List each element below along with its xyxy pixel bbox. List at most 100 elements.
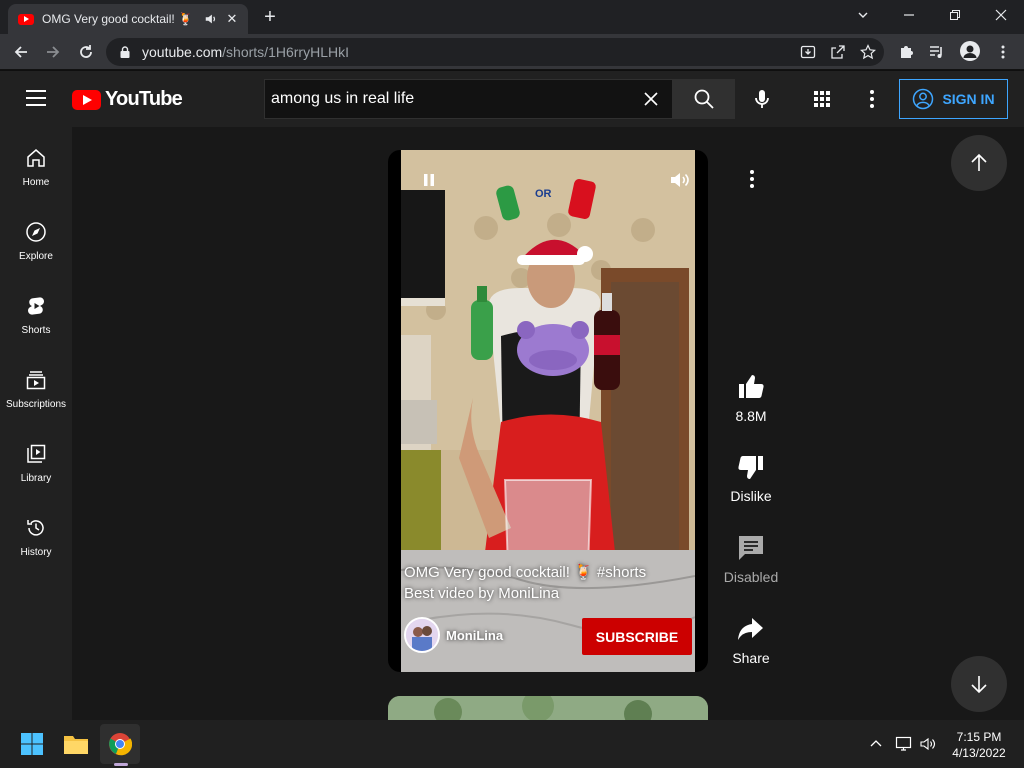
back-button[interactable] — [8, 39, 34, 65]
search-input[interactable] — [271, 90, 631, 108]
next-short-preview[interactable] — [388, 696, 708, 720]
guide-item-subscriptions[interactable]: Subscriptions — [0, 349, 72, 423]
show-hidden-icons-button[interactable] — [866, 734, 886, 754]
microphone-icon — [755, 90, 769, 108]
search-box[interactable] — [264, 79, 672, 119]
chevron-down-icon — [858, 12, 868, 18]
guide-item-history[interactable]: History — [0, 497, 72, 571]
address-bar-actions — [800, 44, 876, 60]
address-bar[interactable]: youtube.com/shorts/1H6rryHLHkI — [106, 38, 884, 66]
windows-taskbar: 7:15 PM 4/13/2022 — [0, 720, 1024, 768]
search-button[interactable] — [672, 79, 735, 119]
chrome-taskbar-button[interactable] — [100, 724, 140, 764]
youtube-logo-text: YouTube — [105, 88, 183, 110]
library-icon — [27, 444, 46, 463]
guide-item-shorts[interactable]: Shorts — [0, 275, 72, 349]
file-explorer-button[interactable] — [56, 724, 96, 764]
dislike-button[interactable]: Dislike — [716, 452, 786, 504]
lock-icon[interactable] — [118, 45, 132, 59]
channel-name[interactable]: MoniLina — [446, 628, 503, 643]
speaker-icon — [920, 737, 936, 751]
comments-button: Disabled — [716, 533, 786, 585]
like-button[interactable]: 8.8M — [716, 372, 786, 424]
subscribe-button[interactable]: SUBSCRIBE — [582, 618, 692, 655]
share-page-icon[interactable] — [830, 44, 846, 60]
bookmark-star-icon[interactable] — [860, 44, 876, 60]
previous-short-button[interactable] — [951, 135, 1007, 191]
url-text: youtube.com/shorts/1H6rryHLHkI — [142, 44, 349, 60]
forward-button[interactable] — [40, 39, 66, 65]
dislike-label: Dislike — [730, 488, 772, 504]
guide-label-home: Home — [22, 177, 50, 188]
network-button[interactable] — [894, 734, 914, 754]
search-icon — [694, 89, 714, 109]
sign-in-button[interactable]: SIGN IN — [899, 79, 1008, 119]
profile-avatar[interactable] — [960, 41, 980, 61]
share-label: Share — [732, 650, 770, 666]
pause-icon[interactable] — [420, 171, 438, 189]
restore-icon — [950, 10, 960, 20]
comments-disabled-label: Disabled — [723, 569, 779, 585]
media-queue-icon — [930, 46, 942, 58]
channel-avatar-image — [406, 619, 438, 651]
chevron-up-icon — [870, 740, 882, 747]
youtube-logo[interactable]: YouTube — [72, 88, 183, 111]
clear-search-icon[interactable] — [642, 90, 660, 108]
minimize-button[interactable] — [886, 0, 932, 30]
start-button[interactable] — [12, 724, 52, 764]
youtube-play-logo-icon — [72, 89, 101, 110]
youtube-masthead: YouTube SIGN IN — [0, 71, 1024, 127]
restore-button[interactable] — [932, 0, 978, 30]
chrome-icon — [109, 733, 132, 756]
like-count: 8.8M — [735, 408, 767, 424]
home-icon — [27, 149, 45, 167]
overlay-or-text: OR — [535, 188, 552, 200]
guide-menu-button[interactable] — [26, 90, 46, 106]
reload-button[interactable] — [73, 39, 99, 65]
person-icon — [963, 45, 977, 58]
arrow-down-icon — [971, 676, 987, 694]
browser-menu-button[interactable] — [994, 43, 1012, 61]
shorts-title[interactable]: OMG Very good cocktail! 🍹 #shorts Best v… — [404, 562, 694, 604]
share-button[interactable]: Share — [716, 614, 786, 666]
windows-logo-icon — [21, 733, 43, 755]
browser-tab[interactable]: OMG Very good cocktail! 🍹 ✕ — [8, 4, 248, 34]
more-actions-icon[interactable] — [742, 168, 762, 190]
volume-icon[interactable] — [668, 169, 690, 191]
extensions-button[interactable] — [897, 43, 915, 61]
thumbs-up-icon — [739, 375, 764, 398]
guide-label-shorts: Shorts — [21, 325, 51, 336]
share-icon — [738, 618, 763, 640]
install-app-icon[interactable] — [800, 44, 816, 60]
account-circle-icon — [913, 88, 934, 110]
arrow-right-icon — [47, 46, 60, 58]
tab-search-button[interactable] — [840, 0, 886, 30]
volume-tray-button[interactable] — [918, 734, 938, 754]
channel-avatar[interactable] — [404, 617, 440, 653]
arrow-up-icon — [971, 153, 987, 171]
tab-close-icon[interactable]: ✕ — [224, 11, 240, 27]
close-window-button[interactable] — [978, 0, 1024, 30]
youtube-favicon-icon — [18, 13, 34, 25]
apps-grid-icon[interactable] — [810, 87, 834, 111]
next-short-button[interactable] — [951, 656, 1007, 712]
guide-item-library[interactable]: Library — [0, 423, 72, 497]
shorts-title-line-2: Best video by MoniLina — [404, 585, 560, 602]
guide-item-home[interactable]: Home — [0, 127, 72, 201]
tab-audio-icon[interactable] — [204, 12, 218, 26]
browser-toolbar: youtube.com/shorts/1H6rryHLHkI — [0, 34, 1024, 70]
menu-icon-bar — [26, 97, 46, 99]
new-tab-button[interactable]: + — [258, 6, 282, 30]
guide-item-explore[interactable]: Explore — [0, 201, 72, 275]
sign-in-label: SIGN IN — [942, 91, 995, 107]
media-controls-button[interactable] — [928, 43, 946, 61]
thumbs-down-icon — [738, 456, 763, 479]
next-short-thumbnail — [388, 696, 708, 720]
settings-more-icon[interactable] — [860, 87, 884, 111]
guide-label-library: Library — [20, 473, 52, 484]
arrow-left-icon — [14, 46, 27, 58]
url-path: /shorts/1H6rryHLHkI — [222, 44, 349, 60]
voice-search-button[interactable] — [744, 81, 780, 117]
taskbar-clock[interactable]: 7:15 PM 4/13/2022 — [946, 729, 1012, 761]
subscriptions-icon — [26, 371, 46, 390]
